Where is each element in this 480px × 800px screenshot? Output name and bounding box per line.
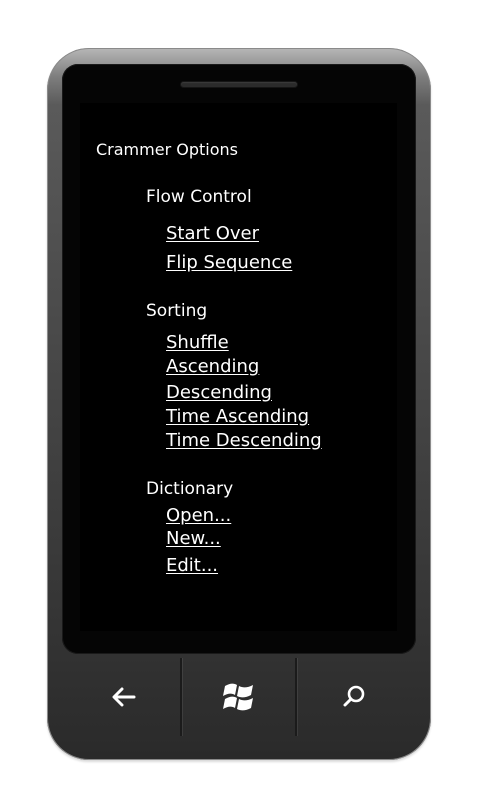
edit-link[interactable]: Edit... [166, 555, 218, 577]
descending-link[interactable]: Descending [166, 382, 272, 404]
flip-sequence-link[interactable]: Flip Sequence [166, 252, 292, 274]
back-arrow-icon [112, 687, 136, 707]
shuffle-link[interactable]: Shuffle [166, 332, 229, 354]
start-over-link[interactable]: Start Over [166, 223, 259, 245]
time-ascending-link[interactable]: Time Ascending [166, 406, 309, 428]
page-title: Crammer Options [96, 140, 238, 159]
start-button[interactable] [181, 658, 297, 736]
ascending-link[interactable]: Ascending [166, 356, 259, 378]
windows-logo-icon [223, 683, 253, 711]
open-link[interactable]: Open... [166, 505, 231, 527]
app-screen: Crammer Options Flow Control Start Over … [80, 103, 397, 631]
back-button[interactable] [66, 658, 182, 736]
time-descending-link[interactable]: Time Descending [166, 430, 322, 452]
new-link[interactable]: New... [166, 528, 221, 550]
search-icon [343, 685, 365, 707]
earpiece-speaker [181, 82, 297, 87]
search-button[interactable] [296, 658, 412, 736]
section-header-dictionary: Dictionary [146, 479, 234, 499]
section-header-sorting: Sorting [146, 301, 208, 321]
section-header-flow-control: Flow Control [146, 187, 252, 207]
